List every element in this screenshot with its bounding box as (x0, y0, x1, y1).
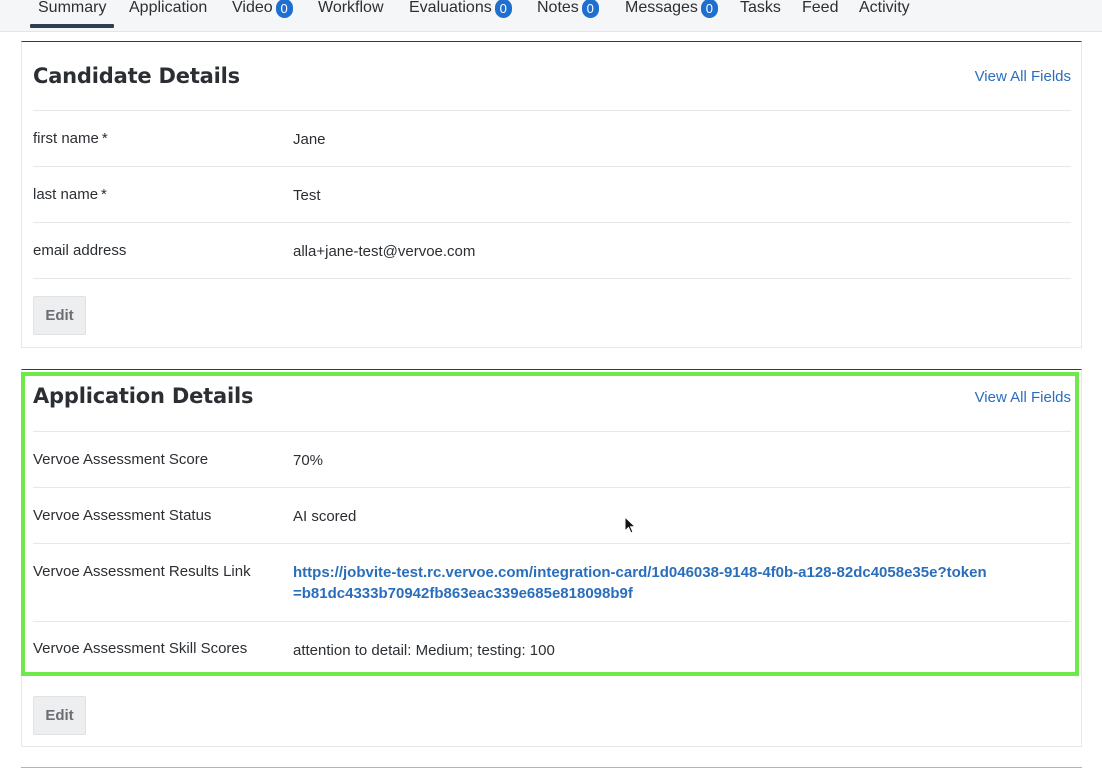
tab-tasks[interactable]: Tasks (740, 0, 781, 29)
tab-workflow-label: Workflow (318, 0, 384, 16)
tab-messages[interactable]: Messages 0 (625, 0, 718, 29)
mouse-cursor-icon (624, 516, 637, 534)
field-value: Test (293, 187, 321, 204)
tab-notes-label: Notes (537, 0, 579, 16)
tab-notes-count-badge: 0 (581, 0, 599, 18)
tab-evaluations-count-badge: 0 (494, 0, 512, 18)
tab-video[interactable]: Video 0 (232, 0, 293, 29)
tab-messages-label: Messages (625, 0, 698, 16)
field-value: attention to detail: Medium; testing: 10… (293, 642, 555, 659)
tab-workflow[interactable]: Workflow (318, 0, 384, 29)
tab-application-label: Application (129, 0, 208, 16)
field-value: Jane (293, 131, 326, 148)
candidate-details-panel: Candidate Details View All Fields first … (21, 41, 1082, 348)
tab-summary-label: Summary (38, 0, 107, 16)
application-view-all-fields-link[interactable]: View All Fields (975, 389, 1071, 406)
application-field-row: Vervoe Assessment Skill Scores attention… (33, 621, 1071, 677)
tab-feed-label: Feed (802, 0, 839, 16)
field-label: Vervoe Assessment Results Link (33, 563, 251, 580)
application-field-row: Vervoe Assessment Results Link https://j… (33, 543, 1071, 621)
candidate-view-all-fields-link[interactable]: View All Fields (975, 68, 1071, 85)
candidate-field-row: email address alla+jane-test@vervoe.com (33, 222, 1071, 279)
field-label: Vervoe Assessment Skill Scores (33, 640, 248, 657)
tab-video-label: Video (232, 0, 273, 16)
tab-tasks-label: Tasks (740, 0, 781, 16)
application-field-row: Vervoe Assessment Status AI scored (33, 487, 1071, 543)
candidate-edit-button[interactable]: Edit (33, 296, 86, 335)
tab-activity[interactable]: Activity (859, 0, 910, 29)
application-details-title: Application Details (33, 384, 254, 408)
tab-bar: Summary Application Video 0 Workflow Eva… (0, 0, 1102, 32)
tab-video-count-badge: 0 (275, 0, 293, 18)
application-field-row: Vervoe Assessment Score 70% (33, 431, 1071, 487)
tab-evaluations-label: Evaluations (409, 0, 492, 16)
tab-summary[interactable]: Summary (30, 0, 115, 29)
candidate-details-title: Candidate Details (33, 64, 240, 88)
field-value: alla+jane-test@vervoe.com (293, 243, 476, 260)
tab-evaluations[interactable]: Evaluations 0 (409, 0, 512, 29)
field-label: last name * (33, 186, 107, 203)
assessment-results-link[interactable]: https://jobvite-test.rc.vervoe.com/integ… (293, 562, 993, 604)
tab-activity-label: Activity (859, 0, 910, 16)
field-value: AI scored (293, 508, 357, 525)
tab-notes[interactable]: Notes 0 (537, 0, 599, 29)
application-details-panel: Application Details View All Fields Verv… (21, 369, 1082, 747)
tab-application[interactable]: Application (129, 0, 207, 29)
candidate-field-row: first name * Jane (33, 110, 1071, 166)
field-label: email address (33, 242, 127, 259)
field-value: 70% (293, 452, 324, 469)
field-label: first name * (33, 130, 108, 147)
divider (21, 767, 1082, 768)
candidate-field-row: last name * Test (33, 166, 1071, 222)
field-label: Vervoe Assessment Score (33, 451, 209, 468)
field-label: Vervoe Assessment Status (33, 507, 212, 524)
tab-messages-count-badge: 0 (700, 0, 718, 18)
tab-feed[interactable]: Feed (802, 0, 838, 29)
application-edit-button[interactable]: Edit (33, 696, 86, 735)
active-tab-indicator (30, 24, 115, 28)
